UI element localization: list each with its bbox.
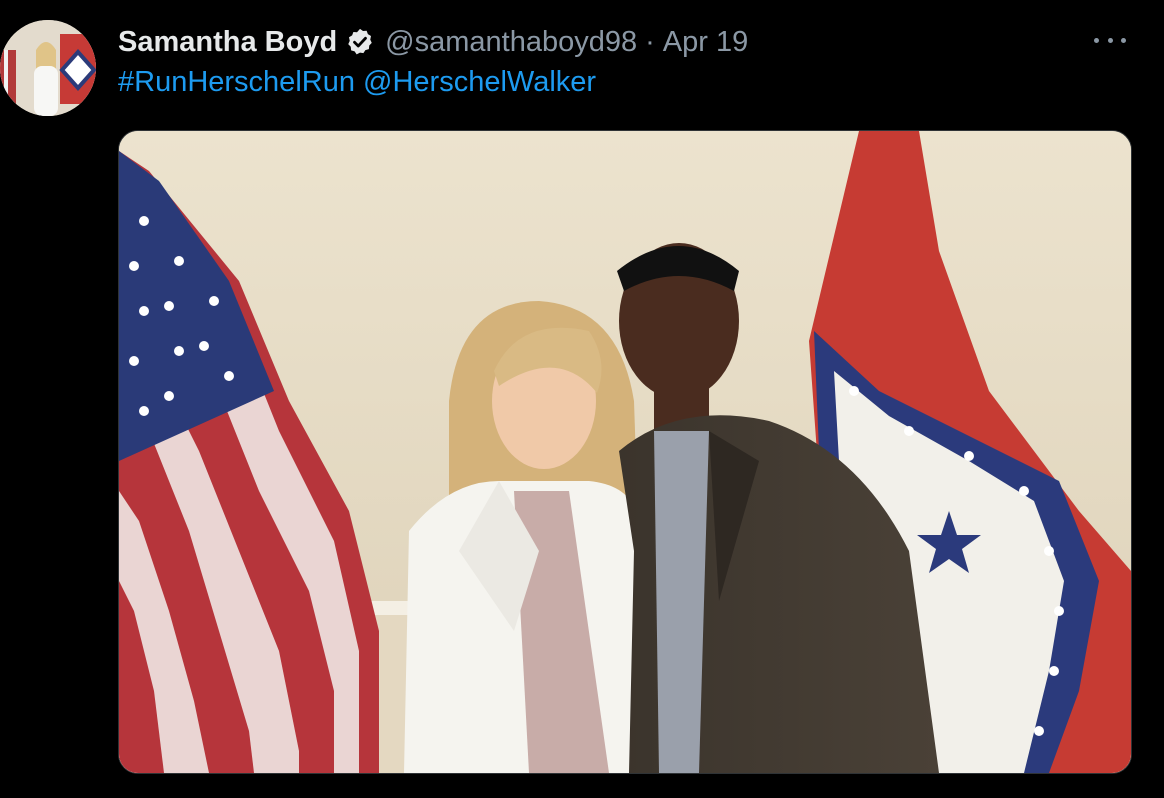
tweet-photo[interactable] <box>118 130 1132 774</box>
tweet-text: #RunHerschelRun @HerschelWalker <box>118 66 596 99</box>
tweet-header: Samantha Boyd @samanthaboyd98 · Apr 19 <box>118 22 748 62</box>
more-options-icon[interactable] <box>1094 30 1126 50</box>
mention-link[interactable]: @HerschelWalker <box>363 66 596 98</box>
display-name[interactable]: Samantha Boyd <box>118 26 337 59</box>
separator: · <box>645 25 655 58</box>
tweet-date[interactable]: Apr 19 <box>663 26 748 59</box>
verified-badge-icon <box>345 27 375 57</box>
hashtag-link[interactable]: #RunHerschelRun <box>118 66 355 98</box>
photo-image <box>119 131 1131 773</box>
avatar[interactable] <box>0 20 96 116</box>
tweet[interactable]: Samantha Boyd @samanthaboyd98 · Apr 19 #… <box>0 0 1164 798</box>
avatar-image <box>0 20 96 116</box>
user-handle[interactable]: @samanthaboyd98 <box>385 26 637 59</box>
